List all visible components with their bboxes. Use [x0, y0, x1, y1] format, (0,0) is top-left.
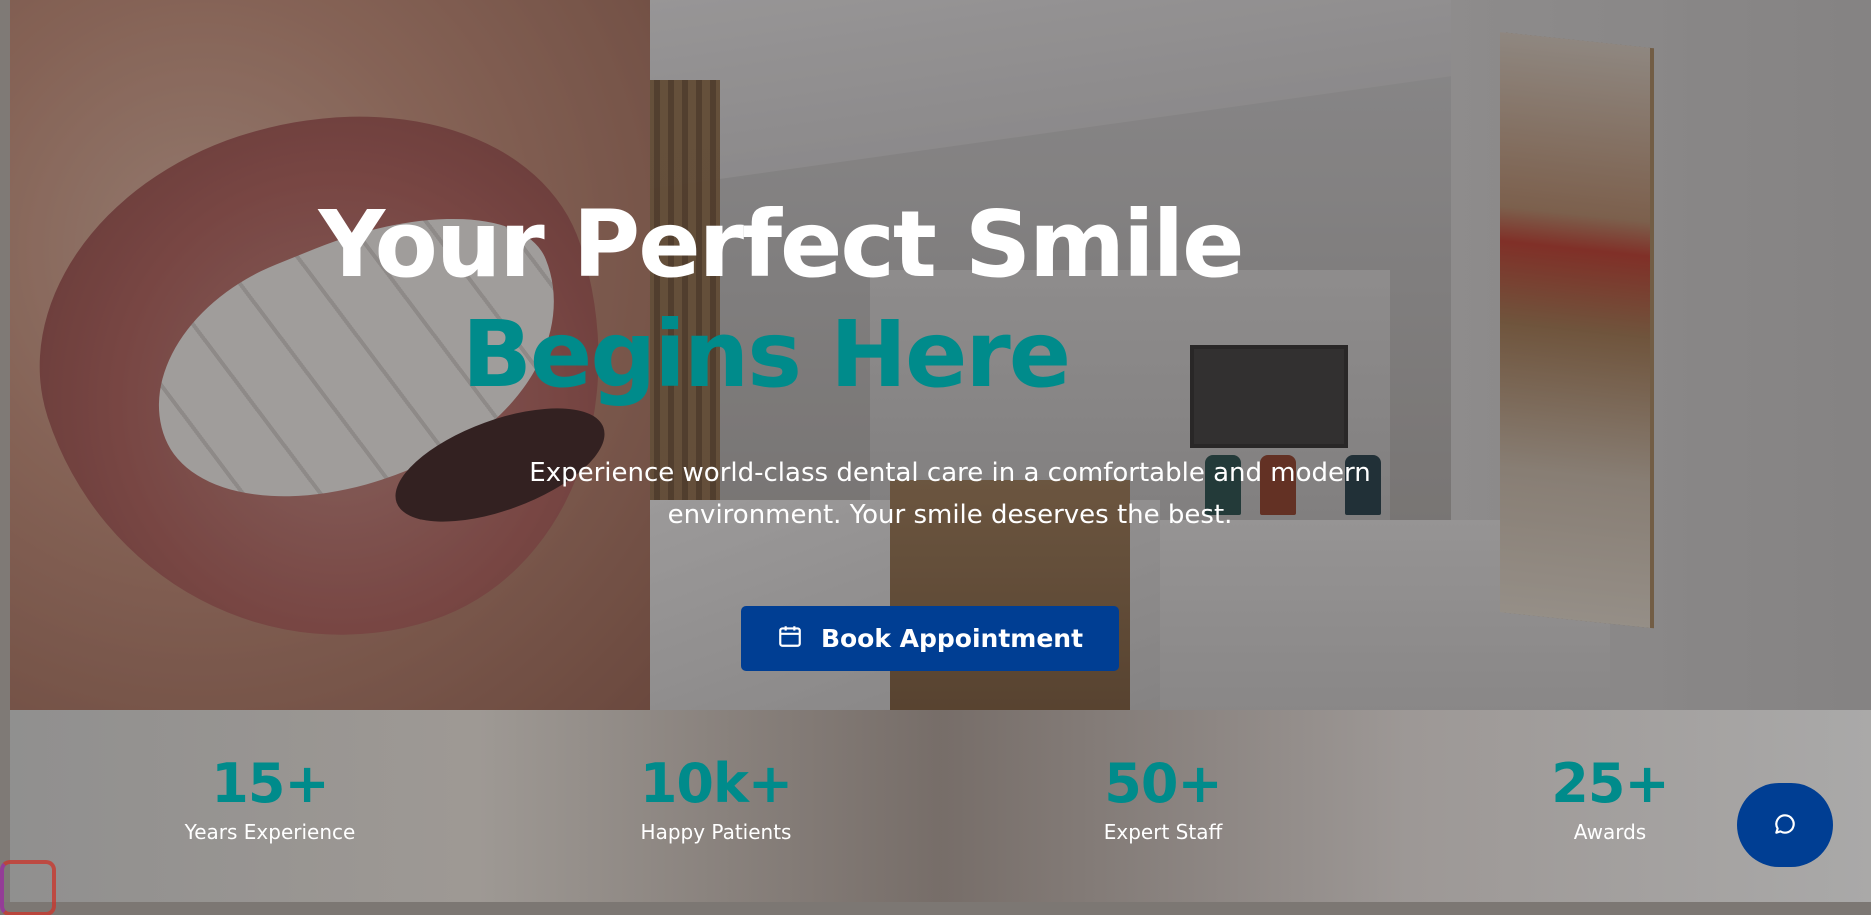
book-appointment-label: Book Appointment [820, 624, 1084, 653]
hero-subtitle: Experience world-class dental care in a … [529, 458, 1371, 530]
stat-label: Awards [1573, 820, 1647, 844]
bottom-strip [0, 902, 1871, 915]
stat-value: 50+ [1104, 752, 1222, 815]
stat-value: 10k+ [639, 752, 793, 815]
stat-years-experience: 15+ Years Experience [120, 752, 420, 846]
stat-awards: 25+ Awards [1460, 752, 1760, 846]
book-appointment-button[interactable]: Book Appointment [741, 606, 1119, 671]
stat-label: Expert Staff [1103, 820, 1223, 844]
chat-button[interactable] [1737, 783, 1833, 867]
stat-value: 25+ [1551, 752, 1669, 815]
hero-content: Your Perfect Smile Begins Here Experienc… [10, 0, 1871, 710]
stat-happy-patients: 10k+ Happy Patients [566, 752, 866, 846]
app-corner-icon [0, 860, 56, 915]
stats-bar: 15+ Years Experience 10k+ Happy Patients… [10, 710, 1871, 902]
chat-bubble-icon [1772, 811, 1798, 840]
stat-label: Years Experience [184, 820, 356, 844]
stat-value: 15+ [211, 752, 329, 815]
left-edge [0, 0, 10, 915]
stat-label: Happy Patients [640, 820, 792, 844]
page: Your Perfect Smile Begins Here Experienc… [0, 0, 1871, 915]
calendar-icon [777, 623, 803, 655]
hero-title-accent: Begins Here [461, 301, 1071, 408]
stat-expert-staff: 50+ Expert Staff [1013, 752, 1313, 846]
hero-title: Your Perfect Smile [318, 191, 1244, 298]
